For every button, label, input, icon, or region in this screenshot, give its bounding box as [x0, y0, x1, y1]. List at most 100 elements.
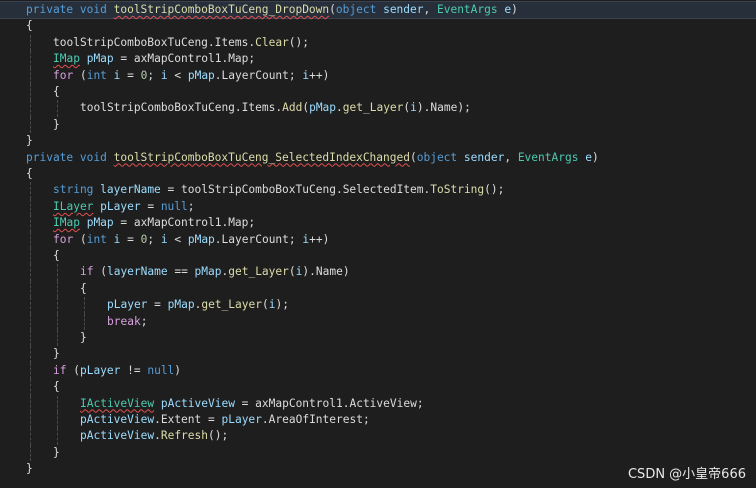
code-line[interactable]: for (int i = 0; i < pMap.LayerCount; i++…: [0, 67, 756, 84]
code-token: ,: [504, 150, 518, 164]
indent-guide: [57, 412, 58, 429]
code-line[interactable]: private void toolStripComboBoxTuCeng_Sel…: [0, 150, 756, 166]
code-line[interactable]: pLayer = pMap.get_Layer(i);: [0, 297, 756, 314]
code-text: for (int i = 0; i < pMap.LayerCount; i++…: [53, 68, 329, 84]
code-token: i: [160, 232, 168, 246]
code-text: {: [26, 18, 33, 34]
code-token: {: [26, 19, 33, 33]
code-token: ;: [248, 52, 256, 66]
code-line[interactable]: {: [0, 18, 756, 34]
code-token: ;: [416, 396, 424, 410]
code-line[interactable]: if (pLayer != null): [0, 362, 756, 380]
code-token: IMap: [53, 52, 80, 66]
code-line[interactable]: for (int i = 0; i < pMap.LayerCount; i++…: [0, 231, 756, 248]
code-line[interactable]: }: [0, 330, 756, 347]
code-text: IMap pMap = axMapControl1.Map;: [53, 51, 255, 67]
code-token: (: [93, 265, 107, 279]
code-line[interactable]: IMap pMap = axMapControl1.Map;: [0, 51, 756, 68]
code-line[interactable]: }: [0, 133, 756, 149]
code-token: }: [26, 462, 33, 476]
code-token: .: [207, 35, 215, 49]
code-token: {: [26, 167, 33, 180]
code-line[interactable]: {: [0, 166, 756, 182]
code-text: private void toolStripComboBoxTuCeng_Dro…: [26, 2, 518, 18]
code-token: pMap: [309, 101, 337, 115]
code-token: );: [275, 298, 289, 312]
code-token: <: [167, 68, 188, 82]
code-text: }: [80, 330, 87, 346]
code-token: Refresh: [160, 429, 208, 443]
code-text: string layerName = toolStripComboBoxTuCe…: [53, 182, 504, 198]
code-token: }: [53, 445, 60, 459]
code-line[interactable]: private void toolStripComboBoxTuCeng_Dro…: [0, 0, 756, 20]
code-token: (: [329, 3, 336, 16]
code-token: .: [154, 413, 161, 426]
code-line[interactable]: ILayer pLayer = null;: [0, 198, 756, 216]
code-token: (: [261, 298, 269, 312]
code-token: ;: [288, 232, 303, 246]
code-token: (: [73, 232, 87, 246]
code-token: null: [147, 363, 175, 377]
code-token: int: [86, 68, 107, 82]
code-text: ILayer pLayer = null;: [53, 199, 195, 215]
code-line[interactable]: string layerName = toolStripComboBoxTuCe…: [0, 182, 756, 199]
code-line[interactable]: }: [0, 444, 756, 462]
code-token: {: [53, 249, 60, 262]
code-token: for: [53, 68, 74, 82]
code-line[interactable]: {: [0, 280, 756, 298]
code-token: .: [335, 183, 343, 197]
code-line[interactable]: {: [0, 248, 756, 265]
code-token: );: [457, 101, 471, 115]
code-line[interactable]: toolStripComboBoxTuCeng.Items.Clear();: [0, 34, 756, 52]
code-text: IActiveView pActiveView = axMapControl1.…: [80, 396, 424, 412]
code-line[interactable]: if (layerName == pMap.get_Layer(i).Name): [0, 264, 756, 281]
code-token: }: [26, 134, 33, 148]
code-text: break;: [107, 314, 147, 330]
code-token: }: [53, 117, 60, 131]
code-token: }: [53, 347, 60, 361]
code-line[interactable]: {: [0, 84, 756, 101]
code-token: .: [154, 429, 161, 443]
code-line[interactable]: toolStripComboBoxTuCeng.Items.Add(pMap.g…: [0, 100, 756, 117]
code-token: =: [160, 183, 182, 197]
code-text: if (pLayer != null): [53, 363, 181, 379]
code-line[interactable]: {: [0, 379, 756, 396]
code-token: pLayer: [100, 199, 141, 213]
code-token: =: [201, 413, 222, 426]
code-text: {: [26, 166, 33, 182]
code-token: EventArgs: [436, 3, 498, 16]
code-token: }: [80, 331, 87, 344]
code-line[interactable]: }: [0, 116, 756, 134]
code-token: ;: [140, 314, 148, 328]
code-token: =: [120, 68, 141, 82]
indent-guide: [57, 264, 58, 281]
code-line[interactable]: break;: [0, 313, 756, 330]
code-text: }: [53, 117, 60, 133]
code-token: Name: [430, 101, 458, 115]
code-text: }: [53, 346, 60, 362]
indent-guide: [30, 34, 31, 52]
indent-guide: [57, 297, 58, 314]
code-token: private: [26, 3, 74, 16]
code-editor[interactable]: private void toolStripComboBoxTuCeng_Dro…: [0, 0, 756, 488]
code-line[interactable]: }: [0, 346, 756, 363]
code-line[interactable]: pActiveView.Extent = pLayer.AreaOfIntere…: [0, 412, 756, 429]
code-token: toolStripComboBoxTuCeng: [80, 101, 235, 115]
code-token: ,: [423, 3, 437, 16]
code-token: get_Layer: [228, 265, 289, 279]
indent-guide: [30, 412, 31, 429]
code-text: }: [53, 445, 60, 461]
code-token: .: [234, 101, 242, 115]
indent-guide: [30, 84, 31, 101]
code-token: int: [86, 232, 107, 246]
code-line[interactable]: IActiveView pActiveView = axMapControl1.…: [0, 395, 756, 412]
code-line[interactable]: IMap pMap = axMapControl1.Map;: [0, 215, 756, 232]
code-token: pActiveView: [80, 429, 155, 443]
code-token: i: [160, 68, 168, 82]
code-line[interactable]: pActiveView.Refresh();: [0, 428, 756, 445]
code-token: =: [113, 52, 134, 66]
code-token: <: [167, 232, 188, 246]
code-token: axMapControl1: [133, 52, 222, 66]
code-token: pMap: [167, 298, 195, 312]
